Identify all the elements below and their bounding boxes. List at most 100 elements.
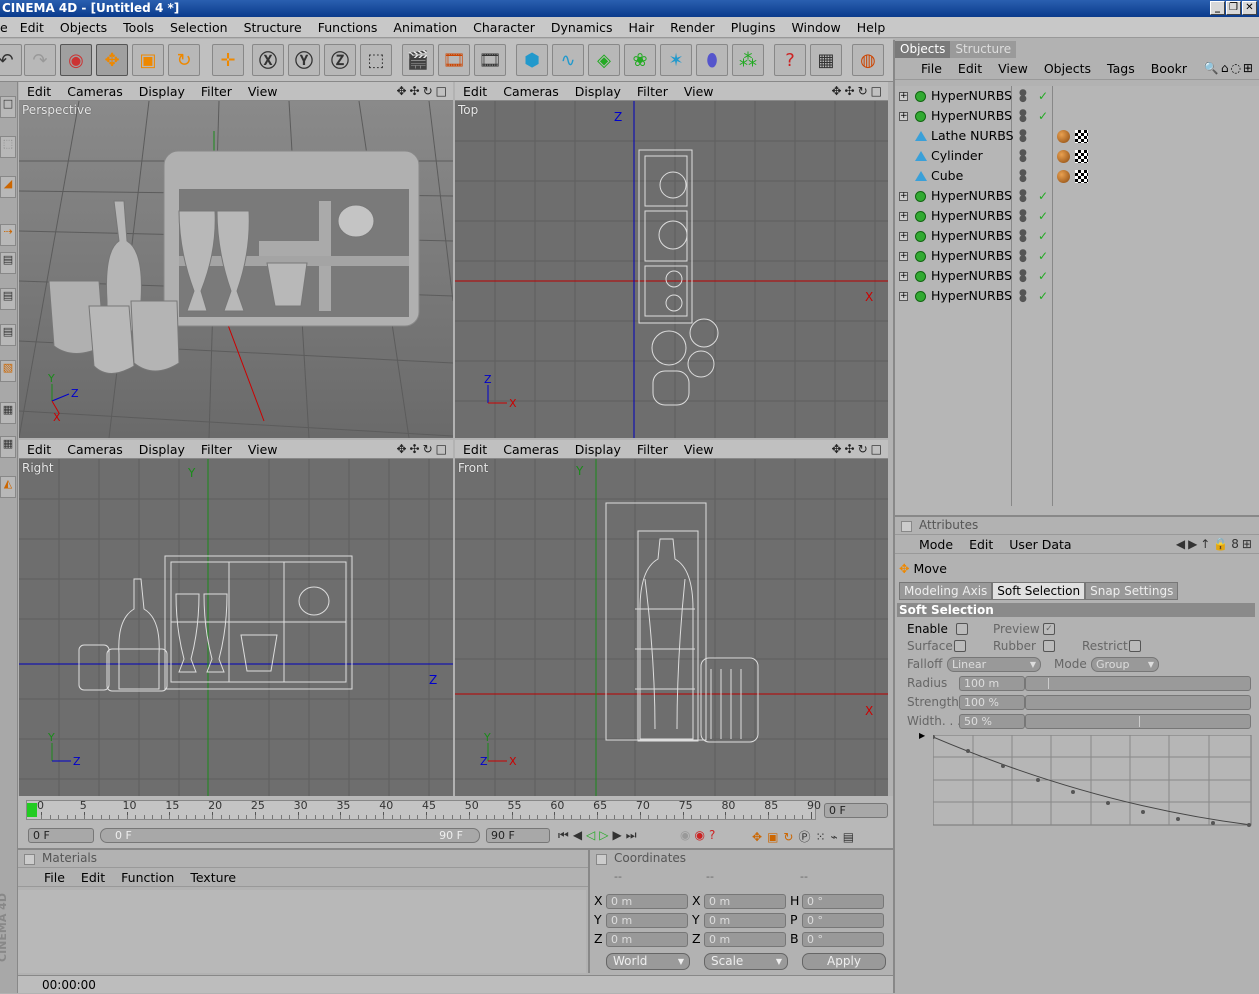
key-scale-icon[interactable]: ▣ <box>767 830 783 844</box>
object-name[interactable]: HyperNURBS <box>931 286 1012 306</box>
vp-menu-filter[interactable]: Filter <box>193 442 240 457</box>
prev-frame-icon[interactable]: ◀ <box>573 828 586 842</box>
visibility-dots-icon[interactable]: ● ● <box>1019 169 1027 184</box>
close-button[interactable]: ✕ <box>1242 1 1257 15</box>
viewport-nav-icons[interactable]: ✥✣↻□ <box>396 442 450 456</box>
coord-field[interactable]: 0 m <box>606 894 688 909</box>
obj-menu-tags[interactable]: Tags <box>1099 61 1143 76</box>
vp-menu-display[interactable]: Display <box>131 442 193 457</box>
start-frame-field[interactable]: 0 F <box>28 828 94 843</box>
web-icon[interactable]: ◍ <box>852 44 884 76</box>
playback-controls[interactable]: ⏮◀◁▷▶⏭ <box>558 828 641 843</box>
mat-menu-edit[interactable]: Edit <box>73 870 113 885</box>
object-row[interactable]: + HyperNURBS ● ● ✓ <box>895 226 1053 246</box>
coord-field[interactable]: 0 m <box>606 913 688 928</box>
subtab-modeling-axis[interactable]: Modeling Axis <box>899 582 993 600</box>
materials-list[interactable] <box>18 890 586 973</box>
rubber-checkbox[interactable] <box>1043 640 1055 652</box>
menu-file[interactable]: e <box>0 20 12 35</box>
render-view-icon[interactable]: 🎬 <box>402 44 434 76</box>
expand-icon[interactable]: + <box>899 92 908 101</box>
enabled-check-icon[interactable]: ✓ <box>1038 206 1048 226</box>
particle-icon[interactable]: ⁂ <box>732 44 764 76</box>
texture-tag-icon[interactable] <box>1075 130 1088 143</box>
expand-icon[interactable]: + <box>899 112 908 121</box>
visibility-dots-icon[interactable]: ● ● <box>1019 289 1027 304</box>
radius-slider[interactable] <box>1025 676 1251 691</box>
apply-button[interactable]: Apply <box>802 953 886 970</box>
vp-menu-view[interactable]: View <box>676 84 722 99</box>
object-name[interactable]: Cylinder <box>931 146 983 166</box>
axis-mode-icon[interactable]: ▦ <box>0 436 16 458</box>
menu-selection[interactable]: Selection <box>162 20 236 35</box>
viewport-top[interactable]: Edit Cameras Display Filter View ✥✣↻□ Z … <box>455 82 888 438</box>
key-position-icon[interactable]: ✥ <box>752 830 767 844</box>
object-row[interactable]: + HyperNURBS ● ● ✓ <box>895 266 1053 286</box>
slider-handle[interactable] <box>1139 716 1140 727</box>
mat-menu-function[interactable]: Function <box>113 870 182 885</box>
vp-menu-view[interactable]: View <box>676 442 722 457</box>
menu-plugins[interactable]: Plugins <box>723 20 784 35</box>
restore-button[interactable]: ❐ <box>1226 1 1241 15</box>
deformer-icon[interactable]: ✶ <box>660 44 692 76</box>
object-list[interactable]: + HyperNURBS ● ● ✓ + HyperNURBS ● ● ✓ Lathe NURBS ●… <box>895 86 1259 515</box>
help-pointer-icon[interactable]: ? <box>774 44 806 76</box>
next-frame-icon[interactable]: ▶ <box>613 828 626 842</box>
expand-arrow-icon[interactable]: ▶ <box>919 731 925 740</box>
viewport-perspective[interactable]: Edit Cameras Display Filter View ✥✣↻□ Y … <box>19 82 453 438</box>
animation-mode-icon[interactable]: ▤ <box>0 324 16 346</box>
key-param-icon[interactable]: Ⓟ <box>798 830 815 844</box>
vp-menu-filter[interactable]: Filter <box>629 442 676 457</box>
recent-tool-icon[interactable]: ✛ <box>212 44 244 76</box>
enabled-check-icon[interactable]: ✓ <box>1038 226 1048 246</box>
menu-render[interactable]: Render <box>662 20 723 35</box>
menu-functions[interactable]: Functions <box>310 20 386 35</box>
viewport-nav-icons[interactable]: ✥✣↻□ <box>396 84 450 98</box>
menu-hair[interactable]: Hair <box>621 20 663 35</box>
enabled-check-icon[interactable]: ✓ <box>1038 86 1048 106</box>
scale-dropdown[interactable]: Scale ▼ <box>704 953 788 970</box>
object-row[interactable]: + HyperNURBS ● ● ✓ <box>895 206 1053 226</box>
range-slider[interactable]: 0 F 90 F <box>100 828 480 843</box>
play-backward-icon[interactable]: ◁ <box>586 828 599 842</box>
mat-menu-file[interactable]: File <box>36 870 73 885</box>
autokey-icon[interactable]: ◉ <box>694 828 708 842</box>
enabled-check-icon[interactable]: ✓ <box>1038 186 1048 206</box>
preview-checkbox[interactable]: ✓ <box>1043 623 1055 635</box>
strength-slider[interactable] <box>1025 695 1251 710</box>
falloff-dropdown[interactable]: Linear ▼ <box>947 657 1041 672</box>
tweak-mode-icon[interactable]: ◭ <box>0 476 16 498</box>
vp-menu-filter[interactable]: Filter <box>193 84 240 99</box>
viewport-front[interactable]: Edit Cameras Display Filter View ✥✣↻□ Y … <box>455 440 888 796</box>
nurbs-icon[interactable]: ◈ <box>588 44 620 76</box>
menu-help[interactable]: Help <box>849 20 894 35</box>
use-object-icon[interactable]: ⬚ <box>0 136 16 158</box>
phong-tag-icon[interactable] <box>1057 130 1070 143</box>
object-name[interactable]: HyperNURBS <box>931 206 1012 226</box>
visibility-dots-icon[interactable]: ● ● <box>1019 209 1027 224</box>
array-icon[interactable]: ❀ <box>624 44 656 76</box>
key-settings-icon[interactable]: ⌁ <box>831 830 843 844</box>
obj-menu-bookmarks[interactable]: Bookr <box>1143 61 1195 76</box>
expand-icon[interactable]: + <box>899 212 908 221</box>
attr-menu-userdata[interactable]: User Data <box>1001 537 1079 552</box>
object-row[interactable]: + HyperNURBS ● ● ✓ <box>895 286 1053 306</box>
object-row[interactable]: Lathe NURBS ● ● <box>895 126 1088 146</box>
menu-objects[interactable]: Objects <box>52 20 115 35</box>
coord-field[interactable]: 0 m <box>606 932 688 947</box>
rotate-icon[interactable]: ↻ <box>168 44 200 76</box>
go-start-icon[interactable]: ⏮ <box>558 828 573 842</box>
playhead[interactable] <box>27 803 37 817</box>
vp-menu-display[interactable]: Display <box>567 84 629 99</box>
radius-field[interactable]: 100 m <box>959 676 1025 691</box>
visibility-dots-icon[interactable]: ● ● <box>1019 149 1027 164</box>
object-row[interactable]: Cube ● ● <box>895 166 1088 186</box>
viewport-canvas[interactable]: Z X Z X Top <box>455 101 888 438</box>
coordinate-system-icon[interactable]: ⬚ <box>360 44 392 76</box>
width-slider[interactable] <box>1025 714 1251 729</box>
coord-field[interactable]: 0 ° <box>802 913 884 928</box>
vp-menu-view[interactable]: View <box>240 84 286 99</box>
vp-menu-edit[interactable]: Edit <box>19 442 59 457</box>
texture-axis-icon[interactable]: ▤ <box>0 288 16 310</box>
coord-field[interactable]: 0 ° <box>802 932 884 947</box>
